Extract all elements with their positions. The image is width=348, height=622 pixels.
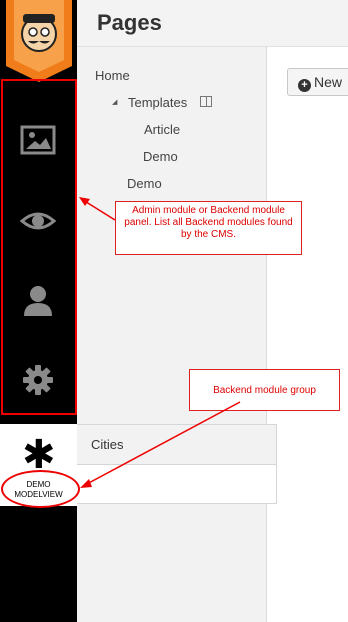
new-button-label: New [314, 74, 343, 90]
new-button[interactable]: + New [287, 68, 348, 96]
tree-item-templates[interactable]: Templates [128, 95, 187, 110]
module-group-highlight [1, 470, 80, 508]
module-panel-highlight [1, 79, 77, 415]
tree-item-demo-template[interactable]: Demo [143, 149, 178, 164]
module-group-flyout: Cities [77, 424, 277, 504]
asterisk-icon: ✱ [22, 432, 56, 478]
logo-icon[interactable] [0, 0, 77, 82]
panel-annotation: Admin module or Backend module panel. Li… [115, 201, 302, 255]
tree-item-article[interactable]: Article [144, 122, 180, 137]
page-title: Pages [97, 10, 162, 35]
group-annotation: Backend module group [189, 369, 340, 411]
plus-circle-icon: + [298, 79, 311, 92]
flyout-item-label: Cities [91, 437, 124, 452]
flyout-item-cities[interactable]: Cities [77, 425, 276, 465]
collapse-triangle-icon[interactable]: ◢ [112, 98, 117, 106]
tree-item-home[interactable]: Home [95, 68, 130, 83]
template-icon[interactable] [200, 96, 212, 107]
tree-item-demo[interactable]: Demo [127, 176, 162, 191]
